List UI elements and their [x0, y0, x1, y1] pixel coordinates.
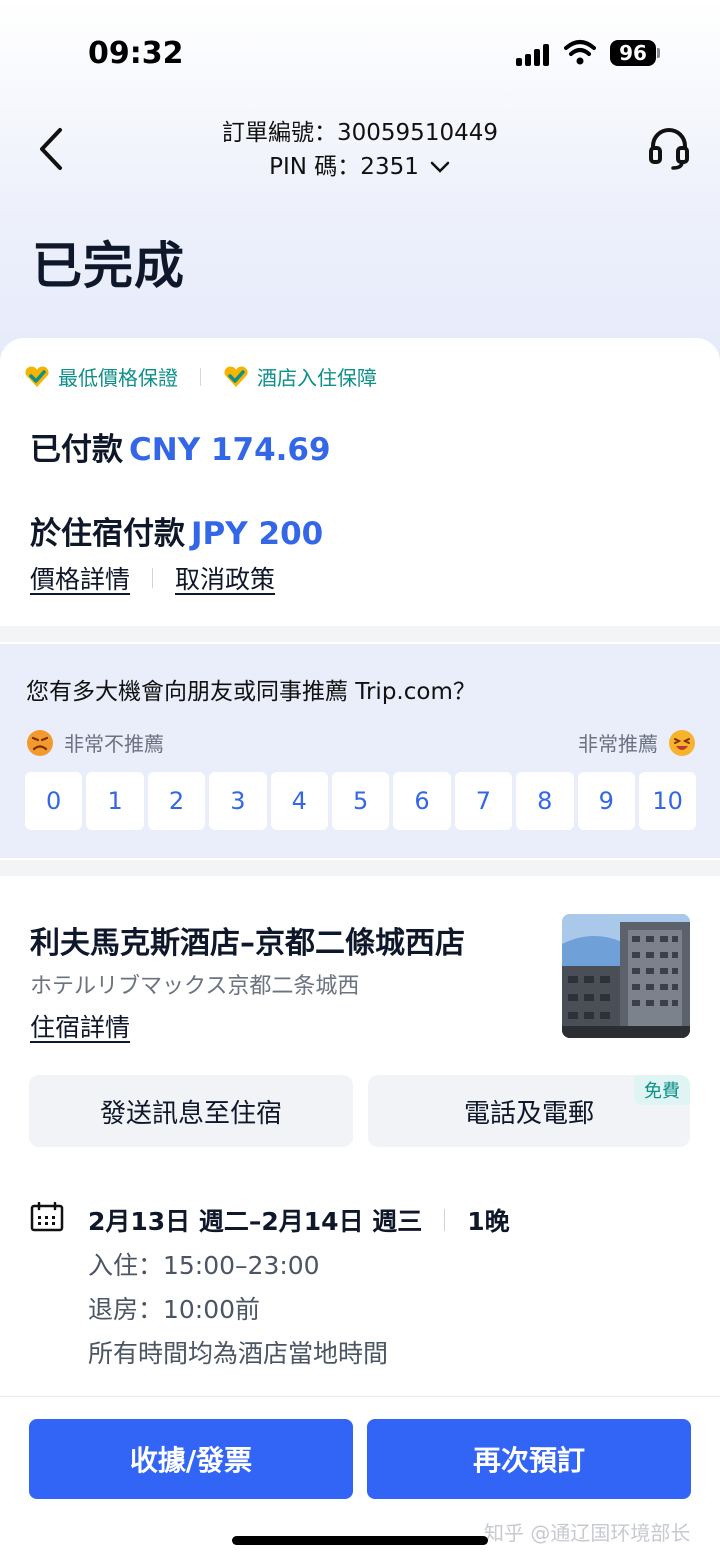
receipt-invoice-label: 收據/發票: [129, 1444, 253, 1477]
home-indicator[interactable]: [232, 1536, 488, 1545]
stay-details-link[interactable]: 住宿詳情: [30, 1008, 130, 1044]
cancellation-policy-link[interactable]: 取消政策: [175, 560, 275, 596]
rating-option-4[interactable]: 4: [270, 772, 328, 830]
message-property-button[interactable]: 發送訊息至住宿: [29, 1075, 353, 1147]
battery-cap: [657, 48, 660, 58]
rating-option-8[interactable]: 8: [516, 772, 574, 830]
survey-high-text: 非常推薦: [578, 732, 658, 756]
free-badge: 免費: [634, 1075, 690, 1105]
phone-email-label: 電話及電郵: [463, 1098, 594, 1129]
cellular-signal-icon: [516, 44, 552, 66]
checkin-time: 入住：15:00–23:00: [88, 1251, 320, 1280]
rating-option-2[interactable]: 2: [147, 772, 206, 830]
divider: [444, 1209, 446, 1231]
stay-dates: 2月13日 週二–2月14日 週三 1晚: [88, 1202, 510, 1238]
heart-check-icon: [25, 365, 49, 387]
angry-face-icon: [27, 729, 53, 756]
checkout-time: 退房：10:00前: [88, 1295, 261, 1324]
payment-card: 最低價格保證 酒店入住保障 已付款 CNY 174.69 於住宿付款 JPY 200…: [0, 338, 720, 626]
phone-email-button[interactable]: 電話及電郵 免費: [368, 1075, 690, 1147]
payment-links: 價格詳情 取消政策: [30, 560, 275, 596]
price-details-link[interactable]: 價格詳情: [30, 560, 130, 596]
hotel-card: 利夫馬克斯酒店–京都二條城西店 ホテルリブマックス京都二条城西 住宿詳情 發送訊…: [0, 876, 720, 1396]
battery-indicator: 96: [610, 40, 656, 66]
rating-option-3[interactable]: 3: [209, 772, 267, 830]
status-time: 09:32: [88, 36, 184, 71]
divider: [152, 568, 154, 588]
guarantee-row: 最低價格保證 酒店入住保障: [24, 362, 377, 391]
page-title: 已完成: [32, 237, 185, 295]
guarantee-label: 最低價格保證: [58, 366, 178, 390]
rating-option-6[interactable]: 6: [393, 772, 451, 830]
survey-high-label: 非常推薦: [578, 728, 696, 757]
back-icon[interactable]: [30, 124, 74, 174]
date-range: 2月13日 週二–2月14日 週三: [88, 1207, 423, 1236]
pin-row[interactable]: PIN 碼：2351: [269, 150, 451, 184]
guarantee-label: 酒店入住保障: [257, 366, 377, 390]
pay-at-hotel-amount: JPY 200: [191, 516, 324, 552]
rating-option-1[interactable]: 1: [86, 772, 144, 830]
chevron-down-icon: [430, 161, 450, 173]
bottom-action-bar: 收據/發票 再次預訂 知乎 @通辽国环境部长: [0, 1396, 720, 1561]
paid-row: 已付款 CNY 174.69: [30, 424, 331, 469]
calendar-icon: [30, 1202, 64, 1232]
rating-option-5[interactable]: 5: [331, 772, 390, 830]
pin-code: PIN 碼：2351: [269, 154, 419, 180]
guarantee-lowest-price[interactable]: 最低價格保證: [24, 362, 178, 391]
order-number: 訂單編號：30059510449: [222, 120, 498, 146]
headset-icon[interactable]: [645, 124, 693, 172]
hotel-local-name: ホテルリブマックス京都二条城西: [30, 974, 360, 999]
rating-scale: 0 1 2 3 4 5 6 7 8 9 10: [25, 772, 697, 830]
nps-survey: 您有多大機會向朋友或同事推薦 Trip.com？ 非常不推薦 非常推薦 0 1 …: [0, 642, 720, 860]
timezone-note: 所有時間均為酒店當地時間: [88, 1339, 389, 1368]
survey-question: 您有多大機會向朋友或同事推薦 Trip.com？: [26, 679, 476, 705]
rating-option-7[interactable]: 7: [454, 772, 513, 830]
wifi-icon: [564, 40, 596, 65]
pay-at-hotel-label: 於住宿付款: [30, 516, 185, 552]
hotel-photo[interactable]: [562, 914, 690, 1038]
rating-option-0[interactable]: 0: [25, 772, 83, 830]
survey-low-label: 非常不推薦: [26, 728, 164, 757]
pay-at-hotel-row: 於住宿付款 JPY 200: [30, 508, 323, 553]
top-gradient-area: 09:32 96 訂單編號：30059510449 PIN 碼：2351 已完成: [0, 0, 720, 360]
book-again-label: 再次預訂: [472, 1444, 585, 1477]
guarantee-checkin[interactable]: 酒店入住保障: [223, 362, 377, 391]
watermark-text: 知乎 @通辽国环境部长: [484, 1521, 691, 1545]
paid-amount: CNY 174.69: [129, 432, 331, 468]
message-property-label: 發送訊息至住宿: [99, 1098, 282, 1129]
heart-check-icon: [224, 365, 248, 387]
nights-count: 1晚: [467, 1207, 510, 1236]
order-info[interactable]: 訂單編號：30059510449 PIN 碼：2351: [180, 116, 540, 184]
hotel-name: 利夫馬克斯酒店–京都二條城西店: [30, 926, 465, 961]
laughing-face-icon: [669, 729, 695, 756]
divider: [200, 367, 201, 386]
rating-option-10[interactable]: 10: [638, 772, 697, 830]
paid-label: 已付款: [30, 432, 123, 468]
survey-low-text: 非常不推薦: [64, 732, 164, 756]
book-again-button[interactable]: 再次預訂: [367, 1419, 691, 1499]
rating-option-9[interactable]: 9: [577, 772, 635, 830]
receipt-invoice-button[interactable]: 收據/發票: [29, 1419, 353, 1499]
